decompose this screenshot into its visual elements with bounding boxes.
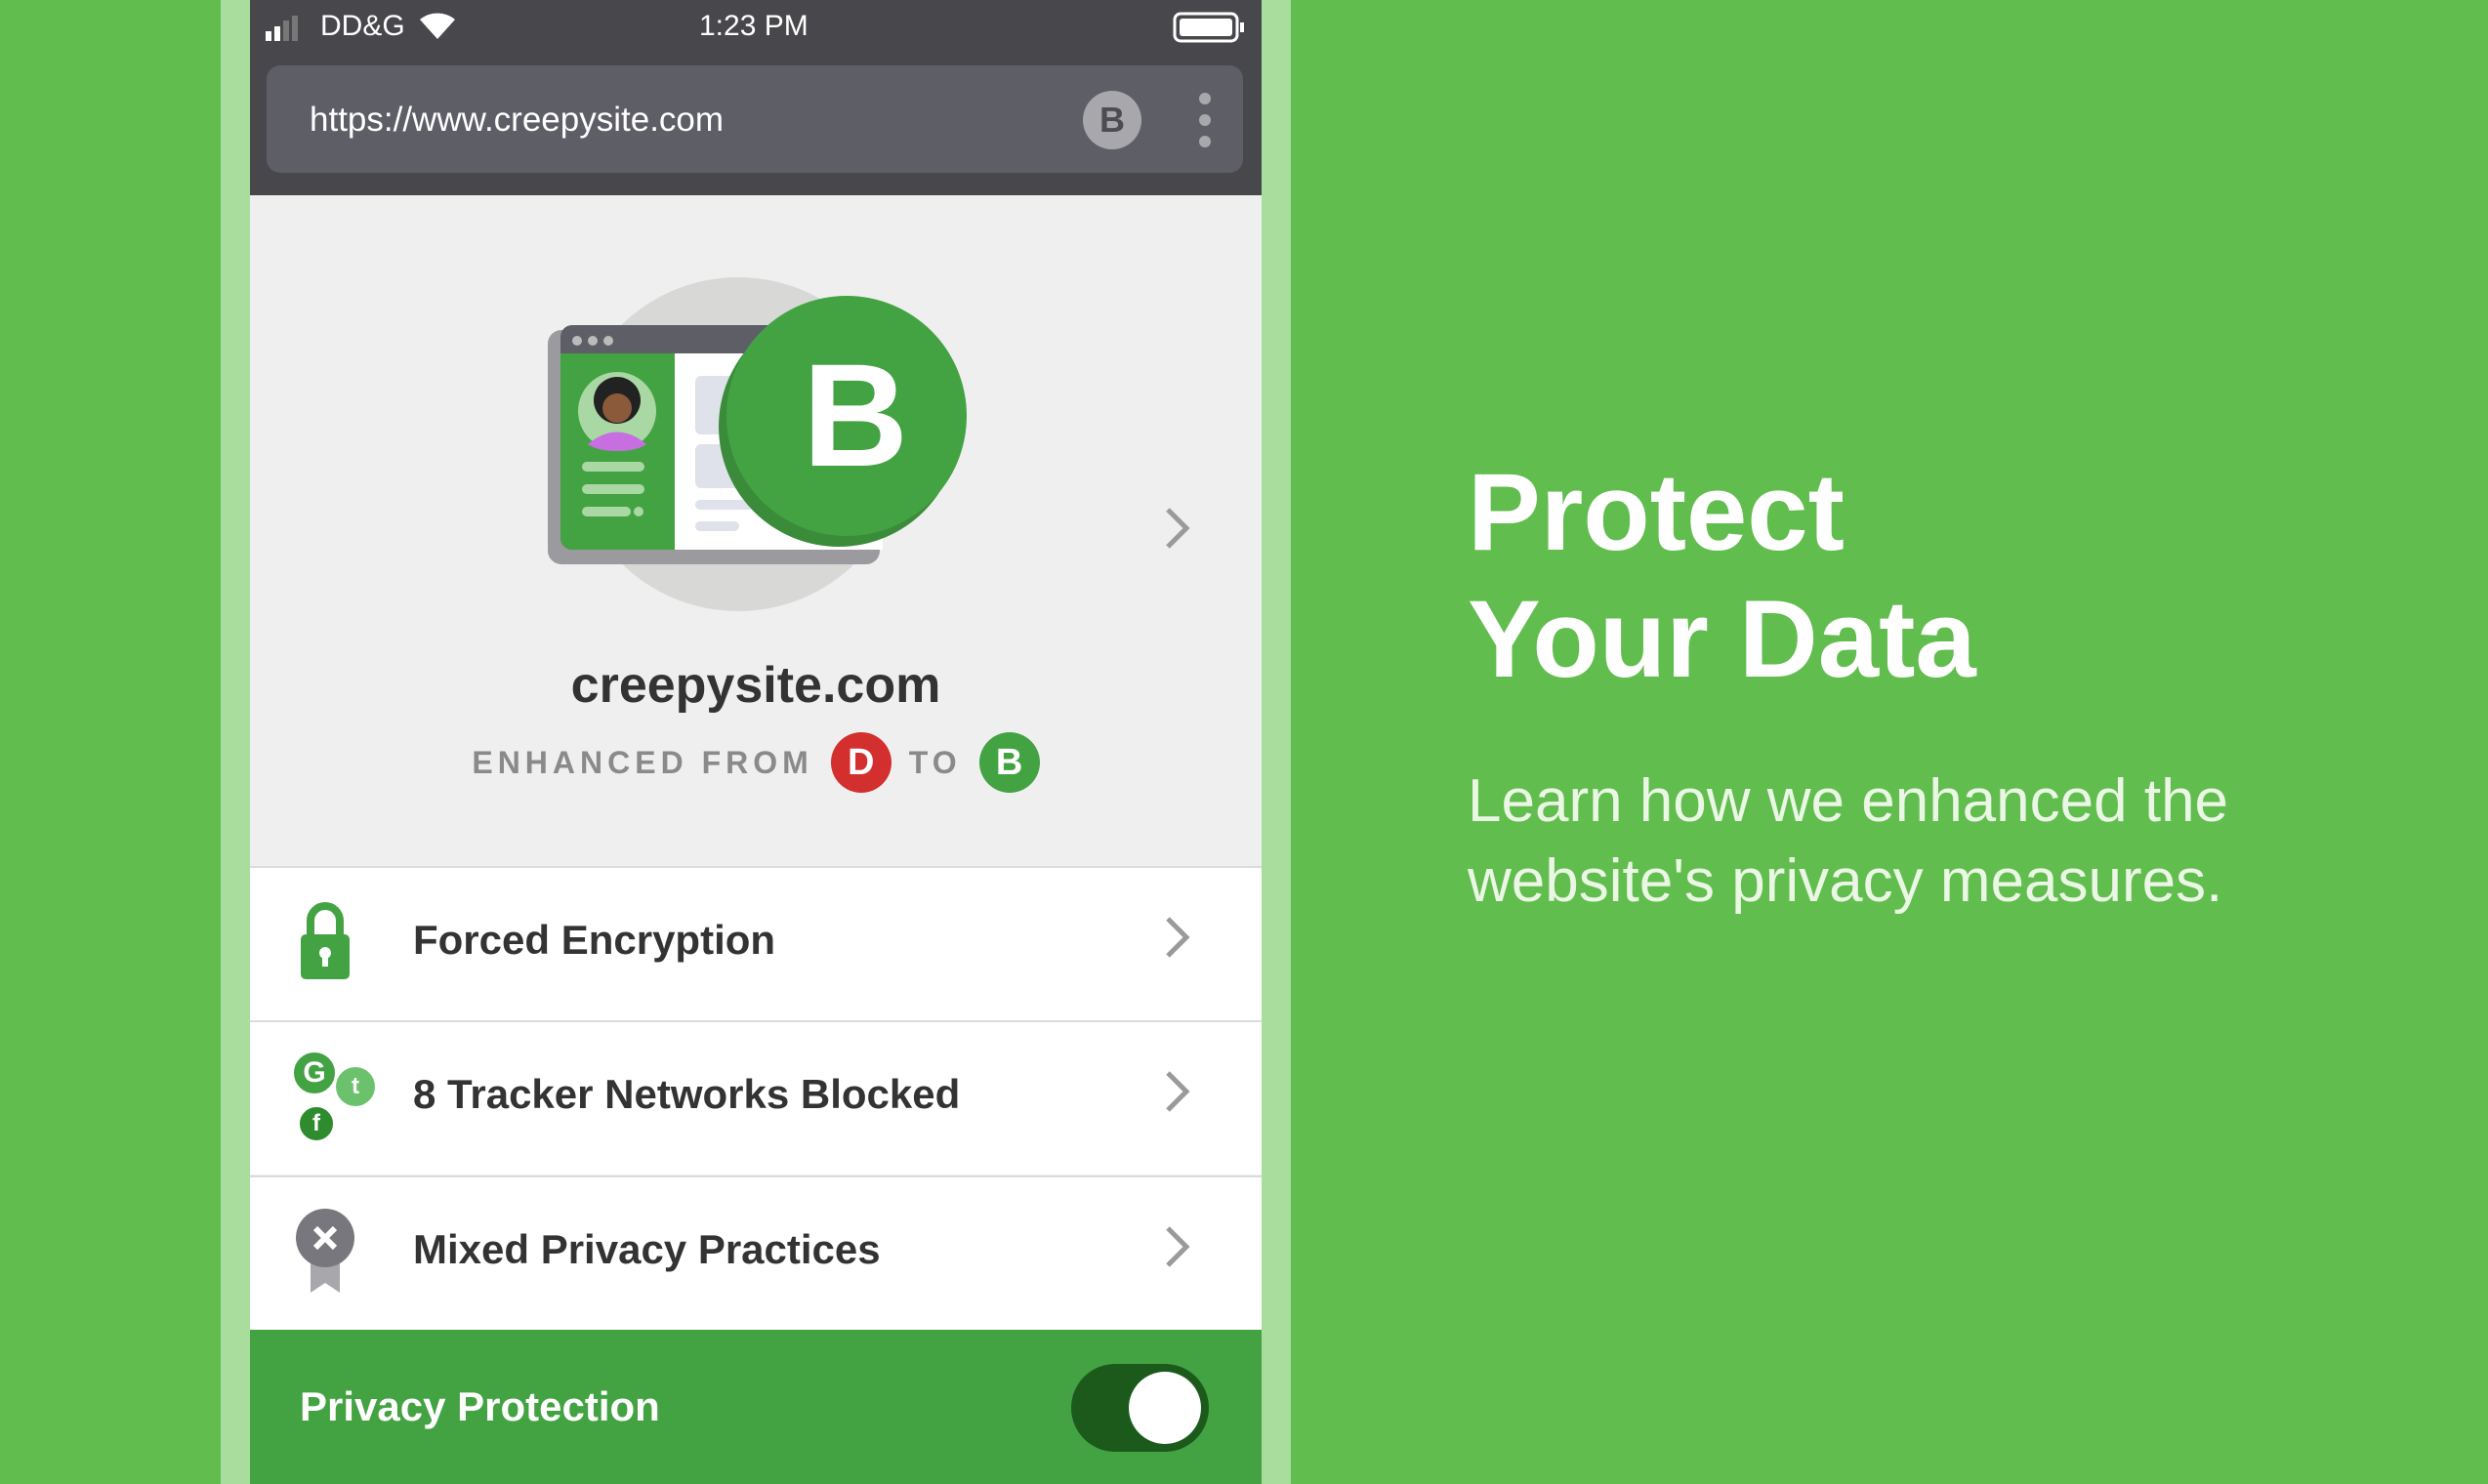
- lock-icon: [301, 902, 350, 979]
- phone-frame-right: [1262, 0, 1291, 1484]
- more-vertical-icon[interactable]: [1199, 93, 1211, 157]
- to-label: TO: [908, 744, 962, 780]
- promo-subtitle: Learn how we enhanced the website's priv…: [1468, 767, 2229, 915]
- carrier: DD&G: [320, 10, 405, 42]
- grade-before-badge: D: [830, 732, 892, 793]
- row-label: Forced Encryption: [413, 917, 776, 963]
- grade-illustration-letter: B: [802, 333, 909, 497]
- chevron-right-icon: [1166, 1226, 1190, 1267]
- phone-screen: DD&G 1:23 PM https://www.creepysite.com …: [250, 0, 1262, 1484]
- tracker-networks-icon: t G f: [291, 1050, 389, 1147]
- privacy-protection-bar: Privacy Protection: [250, 1330, 1262, 1484]
- privacy-protection-toggle[interactable]: [1071, 1364, 1209, 1452]
- privacy-grade-button[interactable]: B: [1083, 91, 1141, 149]
- row-tracker-networks[interactable]: t G f 8 Tracker Networks Blocked: [250, 1020, 1262, 1175]
- signal-icon: [266, 16, 298, 41]
- grade-enhancement: ENHANCED FROM D TO B: [250, 732, 1262, 793]
- row-forced-encryption[interactable]: Forced Encryption: [250, 866, 1262, 1020]
- enhanced-from-label: ENHANCED FROM: [472, 744, 813, 780]
- privacy-badge-x-icon: [296, 1209, 354, 1293]
- chevron-right-icon[interactable]: [1163, 506, 1192, 551]
- browser-header: DD&G 1:23 PM https://www.creepysite.com …: [250, 0, 1262, 195]
- chevron-right-icon: [1166, 917, 1190, 958]
- row-label: Mixed Privacy Practices: [413, 1226, 881, 1272]
- url-bar[interactable]: https://www.creepysite.com B: [267, 65, 1243, 173]
- row-privacy-practices[interactable]: Mixed Privacy Practices: [250, 1175, 1262, 1330]
- wifi-icon: [420, 13, 455, 40]
- row-label: 8 Tracker Networks Blocked: [413, 1071, 961, 1117]
- url-text[interactable]: https://www.creepysite.com: [310, 101, 724, 140]
- grade-after-badge: B: [978, 732, 1040, 793]
- site-name: creepysite.com: [570, 657, 941, 714]
- promo-title: Protect Your Data: [1468, 451, 1976, 700]
- clock: 1:23 PM: [699, 10, 809, 42]
- chevron-right-icon: [1166, 1071, 1190, 1112]
- battery-icon: [1173, 12, 1244, 43]
- phone-frame-left: [221, 0, 250, 1484]
- privacy-protection-label: Privacy Protection: [300, 1383, 660, 1429]
